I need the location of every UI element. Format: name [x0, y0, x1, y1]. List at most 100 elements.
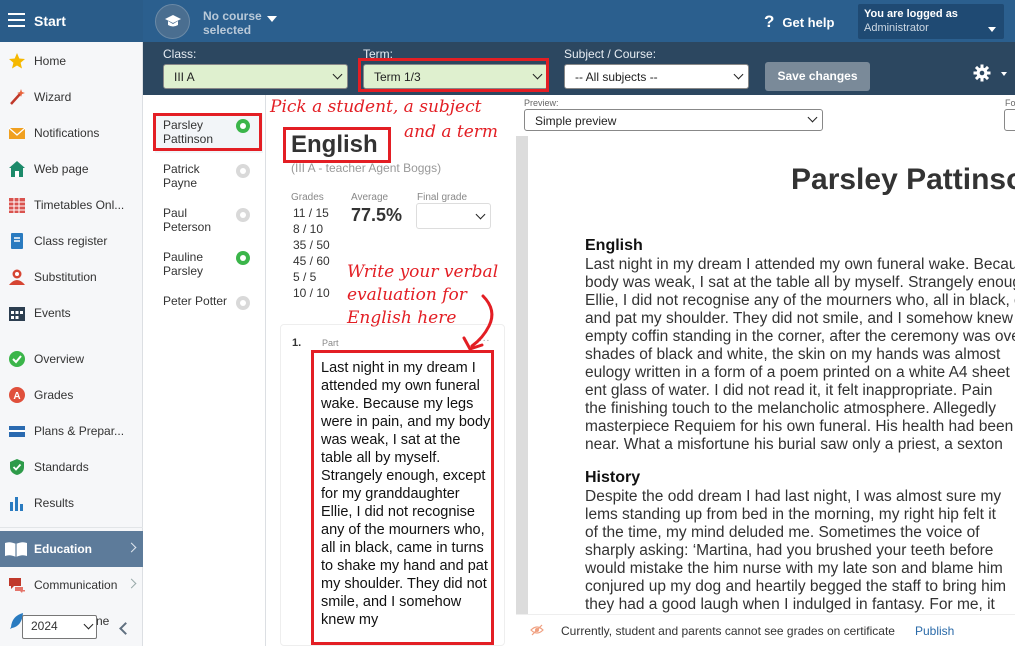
- grade-value: 8 / 10: [293, 222, 324, 236]
- publish-status-text: Currently, student and parents cannot se…: [561, 624, 895, 638]
- chevron-down-icon: [988, 27, 996, 32]
- highlight-subject-title: [283, 127, 391, 163]
- preview-frame[interactable]: Parsley Pattinson English Last night in …: [516, 136, 1015, 614]
- sidebar-item-label: Timetables Onl...: [34, 198, 125, 212]
- calendar-icon: [9, 307, 25, 321]
- sidebar-item-web-page[interactable]: Web page: [0, 151, 143, 187]
- timetable-grid-icon: [9, 198, 25, 213]
- certificate-section-text: Last night in my dream I attended my own…: [585, 256, 1015, 453]
- highlight-evaluation: [311, 350, 494, 645]
- grades-label: Grades: [291, 192, 324, 203]
- top-bar: Start No course selected ? Get help You …: [0, 0, 1015, 42]
- part-label: Part: [322, 338, 339, 348]
- course-selector-text: No course selected: [203, 9, 262, 37]
- sidebar-item-education[interactable]: Education: [0, 531, 143, 567]
- preview-label: Preview:: [524, 98, 559, 108]
- font-select[interactable]: [1004, 109, 1015, 131]
- class-value: III A: [174, 70, 195, 84]
- sidebar-item-label: Home: [34, 54, 67, 68]
- chevron-down-icon: [1001, 72, 1007, 76]
- year-value: 2024: [31, 619, 58, 633]
- sidebar-item-label: Plans & Prepar...: [34, 424, 125, 438]
- envelope-icon: [8, 127, 26, 139]
- certificate-section-text: Despite the odd dream I had last night, …: [585, 488, 1007, 613]
- sidebar-item-label: Overview: [34, 352, 85, 366]
- publish-bar: Currently, student and parents cannot se…: [516, 614, 1015, 646]
- publish-link[interactable]: Publish: [915, 624, 954, 638]
- chevron-down-icon: [332, 69, 343, 80]
- help-link[interactable]: ? Get help: [764, 12, 834, 32]
- sidebar-item-label: Events: [34, 306, 71, 320]
- save-changes-button[interactable]: Save changes: [765, 62, 870, 91]
- annotation-pick-line1: Pick a student, a subject: [270, 97, 482, 117]
- student-item-pauline-parsley[interactable]: Pauline Parsley: [155, 245, 263, 285]
- sidebar-item-label: Class register: [34, 234, 108, 248]
- sidebar-item-class-register[interactable]: Class register: [0, 223, 143, 259]
- sidebar-item-label: Notifications: [34, 126, 100, 140]
- open-book-icon: [5, 542, 27, 557]
- status-pending-icon: [236, 208, 250, 222]
- average-label: Average: [351, 192, 389, 203]
- certificate-page: Parsley Pattinson English Last night in …: [528, 136, 1015, 614]
- subject-select[interactable]: -- All subjects --: [564, 64, 749, 89]
- status-pending-icon: [236, 296, 250, 310]
- sidebar-item-substitution[interactable]: Substitution: [0, 259, 143, 295]
- annotation-write-line3: English here: [347, 308, 457, 328]
- sidebar-item-standards[interactable]: Standards: [0, 449, 143, 485]
- sidebar-item-timetables[interactable]: Timetables Onl...: [0, 187, 143, 223]
- average-value: 77.5%: [351, 205, 403, 225]
- sidebar-divider: [0, 527, 143, 528]
- grade-value: 11 / 15: [293, 206, 329, 220]
- star-icon: [9, 53, 25, 69]
- student-name: Patrick Payne: [163, 162, 200, 190]
- sidebar-item-plans[interactable]: Plans & Prepar...: [0, 413, 143, 449]
- final-grade-select[interactable]: [416, 203, 491, 229]
- annotation-arrow-icon: [462, 294, 494, 351]
- house-icon: [9, 161, 25, 177]
- student-item-peter-potter[interactable]: Peter Potter: [155, 289, 263, 329]
- grades-list: 11 / 15 8 / 10 35 / 50 45 / 60 5 / 5 10 …: [293, 205, 333, 301]
- svg-text:A: A: [13, 391, 20, 402]
- user-menu[interactable]: You are logged as Administrator: [858, 4, 1004, 39]
- gear-icon[interactable]: [973, 64, 991, 82]
- class-label: Class:: [163, 47, 197, 61]
- chevron-down-icon: [83, 619, 94, 630]
- student-list: Parsley Pattinson Patrick Payne Paul Pet…: [143, 95, 266, 646]
- sidebar-item-label: Grades: [34, 388, 74, 402]
- student-item-patrick-payne[interactable]: Patrick Payne: [155, 157, 263, 197]
- highlight-term: [358, 58, 549, 92]
- chat-icon: [9, 578, 25, 593]
- sidebar-item-label: Web page: [34, 162, 89, 176]
- sidebar-item-grades[interactable]: A Grades: [0, 377, 143, 413]
- sidebar-item-wizard[interactable]: Wizard: [0, 79, 143, 115]
- preview-select[interactable]: Simple preview: [524, 109, 823, 131]
- subject-label: Subject / Course:: [564, 47, 657, 61]
- annotation-write-line2: evaluation for: [347, 285, 467, 305]
- bar-chart-icon: [10, 497, 23, 511]
- subject-teacher: (III A - teacher Agent Boggs): [291, 161, 442, 175]
- sidebar-item-communication[interactable]: Communication: [0, 567, 143, 603]
- check-circle-icon: [9, 351, 25, 367]
- sidebar-item-label: Education: [34, 542, 93, 556]
- sidebar-item-events[interactable]: Events: [0, 295, 143, 331]
- sidebar-item-notifications[interactable]: Notifications: [0, 115, 143, 151]
- year-select[interactable]: 2024: [22, 615, 97, 639]
- highlight-student: [153, 113, 262, 151]
- student-name: Pauline Parsley: [163, 250, 204, 278]
- student-name: Paul Peterson: [163, 206, 212, 234]
- course-selector[interactable]: No course selected: [155, 4, 285, 39]
- chevron-down-icon: [475, 209, 486, 220]
- student-item-paul-peterson[interactable]: Paul Peterson: [155, 201, 263, 241]
- class-select[interactable]: III A: [163, 64, 348, 89]
- grades-icon: A: [9, 387, 25, 403]
- sidebar-item-label: Substitution: [34, 270, 97, 284]
- sidebar-item-overview[interactable]: Overview: [0, 341, 143, 377]
- sidebar-item-home[interactable]: Home: [0, 43, 143, 79]
- certificate-section-title: History: [585, 469, 641, 486]
- part-number: 1.: [292, 337, 302, 349]
- sidebar-item-results[interactable]: Results: [0, 485, 143, 521]
- start-menu-button[interactable]: Start: [0, 0, 143, 42]
- sidebar-item-label: Results: [34, 496, 75, 510]
- hamburger-icon: [8, 13, 25, 27]
- preview-select-value: Simple preview: [535, 114, 617, 128]
